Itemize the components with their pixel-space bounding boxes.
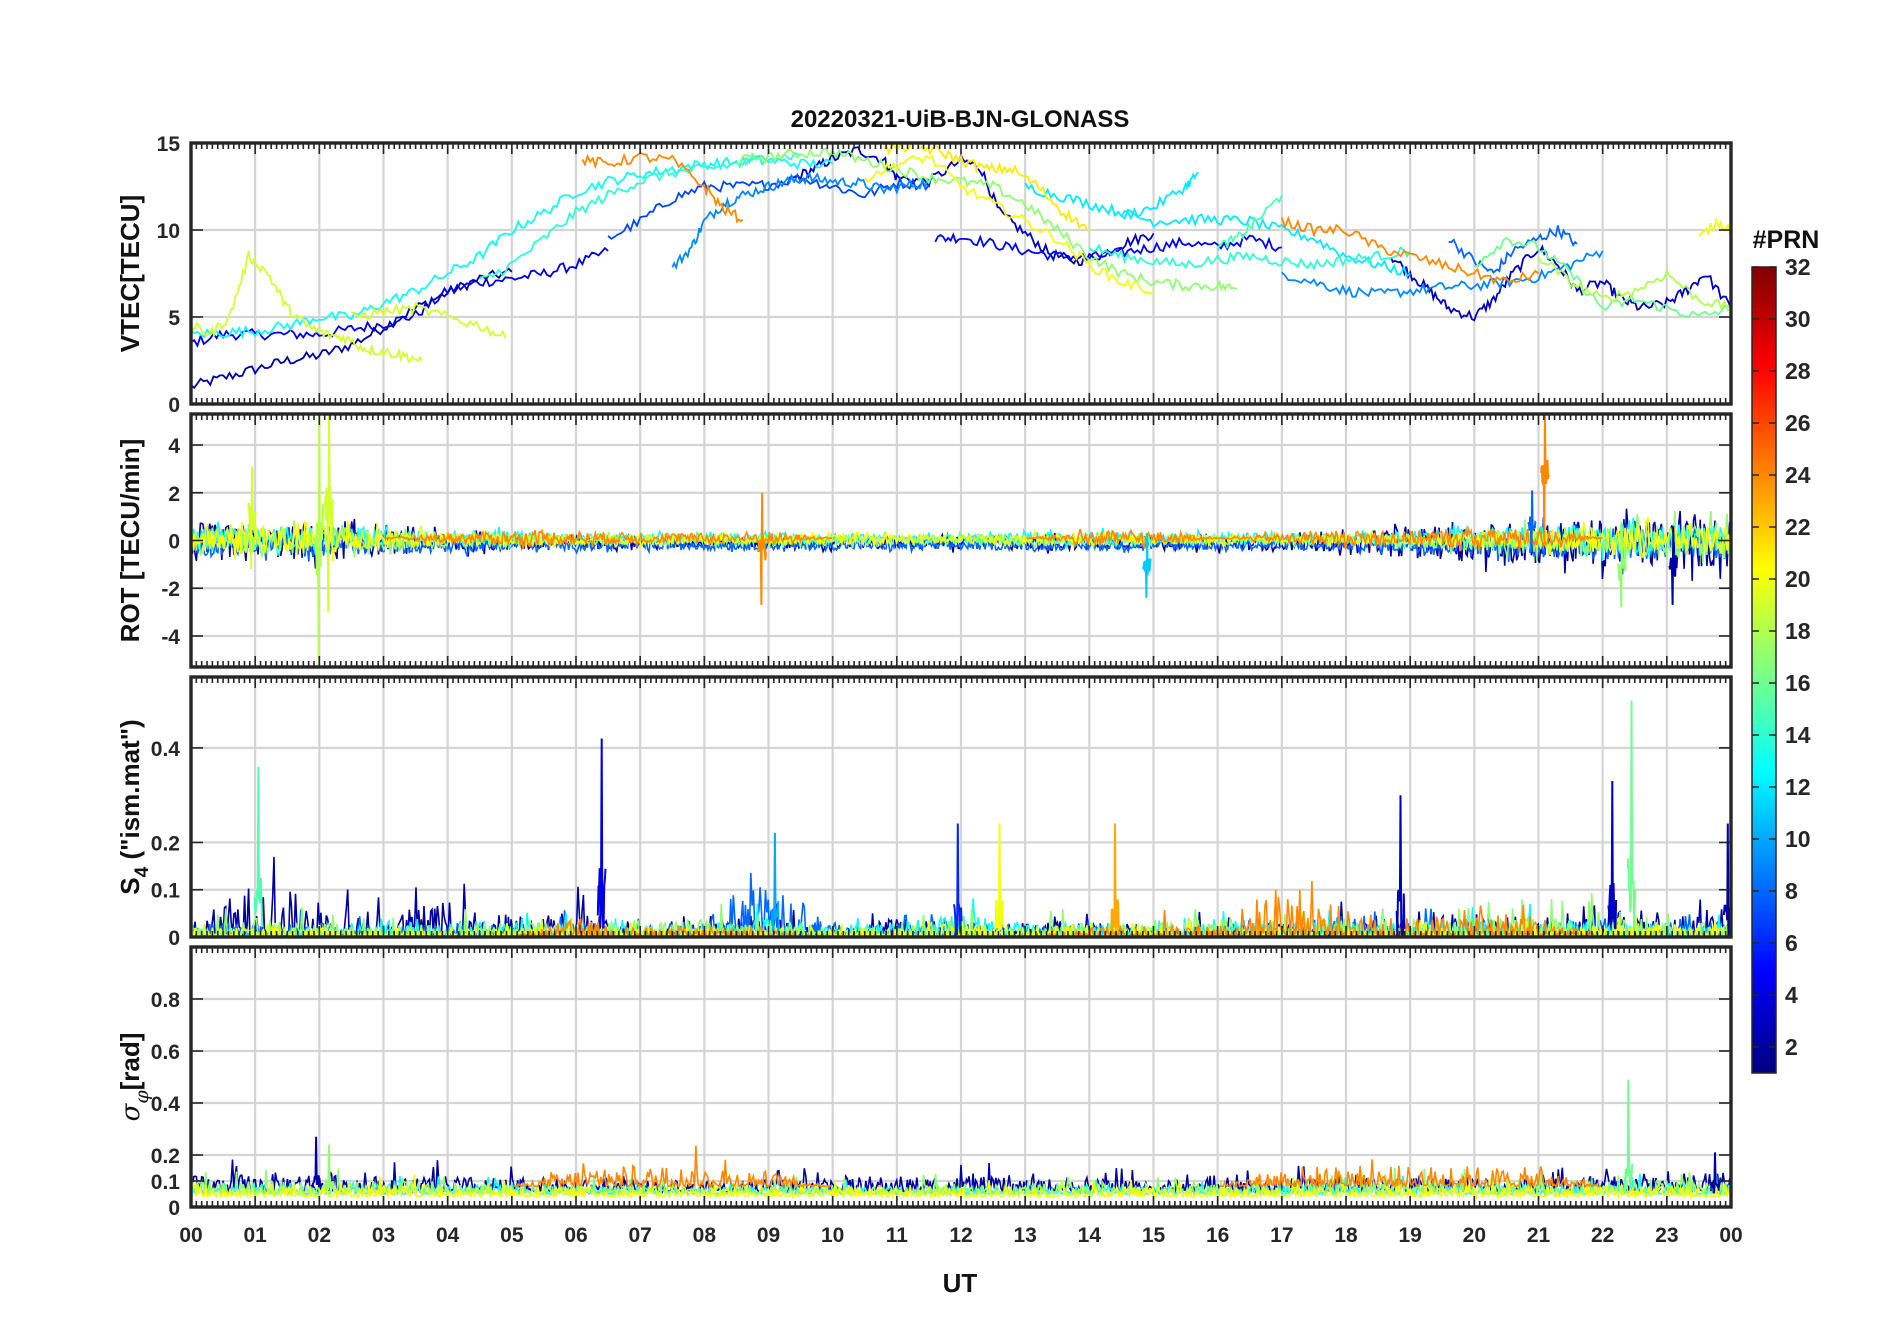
x-tick-label: 02 (308, 1224, 331, 1247)
y-tick-label: 4 (168, 435, 180, 458)
colorbar-tick-label: 12 (1785, 774, 1811, 800)
y-axis-label-sub: φ (131, 1090, 153, 1104)
y-tick-label: -4 (161, 626, 180, 649)
colorbar-gradient (1751, 266, 1777, 1074)
colorbar-tick-label: 20 (1785, 566, 1811, 592)
x-tick-label: 00 (1719, 1224, 1742, 1247)
colorbar-tick-label: 8 (1785, 878, 1798, 904)
x-axis-title: UT (943, 1268, 978, 1298)
colorbar-title: #PRN (1753, 226, 1820, 254)
x-tick-label: 10 (821, 1224, 844, 1247)
colorbar-tick-label: 26 (1785, 410, 1811, 436)
x-tick-label: 01 (243, 1224, 267, 1247)
y-tick-label: 0.1 (151, 1171, 181, 1194)
x-tick-label: 13 (1013, 1224, 1036, 1247)
panels: 051015VTEC[TECU]-4-2024ROT [TECU/min]00.… (115, 133, 1743, 1247)
y-axis-label: ROT [TECU/min] (115, 439, 145, 643)
y-axis-label-rest: [rad] (115, 1033, 145, 1091)
x-tick-label: 04 (436, 1224, 460, 1247)
x-tick-label: 20 (1463, 1224, 1486, 1247)
panel-1: 0 5 10 15 VTEC[TECU] (115, 133, 1733, 417)
colorbar-tick-label: 30 (1785, 306, 1811, 332)
colorbar-tick-label: 18 (1785, 618, 1811, 644)
y-tick-label: 0 (168, 531, 180, 554)
y-axis-label: σφ[rad] (115, 1033, 153, 1122)
y-axis-label: S4 ("ism.mat") (115, 719, 153, 894)
y-axis-label-main: σ (116, 1102, 146, 1121)
y-tick-label: 0.6 (151, 1041, 180, 1064)
x-tick-label: 03 (372, 1224, 395, 1247)
x-tick-label: 18 (1334, 1224, 1358, 1247)
panel-2: -4 -2 0 2 4 ROT [TECU/min] (115, 412, 1733, 669)
y-tick-label: 0 (168, 394, 180, 417)
colorbar-tick-label: 6 (1785, 930, 1798, 956)
colorbar-tick-label: 22 (1785, 514, 1811, 540)
y-axis-label: VTEC[TECU] (115, 195, 145, 352)
colorbar-tick-label: 32 (1785, 254, 1811, 280)
y-tick-label: 0.8 (151, 989, 181, 1012)
x-tick-label: 21 (1527, 1224, 1551, 1247)
x-tick-label: 07 (628, 1224, 651, 1247)
colorbar-tick-label: 16 (1785, 670, 1811, 696)
x-tick-label: 00 (179, 1224, 202, 1247)
x-tick-label: 17 (1270, 1224, 1293, 1247)
colorbar-tick-label: 28 (1785, 358, 1811, 384)
x-tick-label: 09 (757, 1224, 780, 1247)
x-tick-label: 15 (1142, 1224, 1166, 1247)
y-tick-label: 0.1 (151, 880, 181, 903)
x-tick-label: 23 (1655, 1224, 1678, 1247)
y-axis-label-rest: ("ism.mat") (115, 719, 145, 866)
x-tick-label: 22 (1591, 1224, 1614, 1247)
colorbar-tick-label: 2 (1785, 1034, 1798, 1060)
y-tick-label: 2 (168, 483, 180, 506)
y-tick-label: 0.2 (151, 1145, 180, 1168)
x-tick-label: 12 (949, 1224, 972, 1247)
chart-title: 20220321-UiB-BJN-GLONASS (791, 106, 1130, 133)
x-tick-label: 16 (1206, 1224, 1229, 1247)
x-tick-label: 14 (1078, 1224, 1102, 1247)
y-axis-label-sub: 4 (132, 866, 153, 877)
colorbar-tick-label: 4 (1785, 982, 1798, 1008)
colorbar-tick-label: 24 (1785, 462, 1811, 488)
y-tick-label: 5 (168, 307, 180, 330)
y-tick-label: 0 (168, 1197, 180, 1220)
y-tick-label: 10 (157, 220, 180, 243)
x-tick-label: 11 (886, 1224, 909, 1247)
panel-4: 0 0.1 0.2 0.4 0.6 0.8 σφ[rad] 00 01 02 03 04 05 06 07 0… (115, 945, 1743, 1247)
y-tick-label: 0 (168, 927, 180, 950)
y-tick-label: -2 (161, 578, 180, 601)
x-tick-label: 08 (693, 1224, 717, 1247)
y-tick-label: 15 (157, 133, 181, 156)
x-tick-label: 05 (500, 1224, 524, 1247)
colorbar-tick-label: 10 (1785, 826, 1811, 852)
y-axis-label-main: S (115, 877, 145, 894)
colorbar-tick-label: 14 (1785, 722, 1811, 748)
panel-3: 00.10.20.4S4 ("ism.mat") (115, 675, 1733, 950)
x-tick-label: 19 (1398, 1224, 1421, 1247)
x-tick-label: 06 (564, 1224, 587, 1247)
colorbar: #PRN 2468101214161820222426283032 (1751, 226, 1820, 1074)
figure: 20220321-UiB-BJN-GLONASS 051015VTEC[TECU… (115, 106, 1820, 1298)
y-tick-label: 0.2 (151, 832, 180, 855)
y-tick-label: 0.4 (151, 738, 181, 761)
y-tick-label: 0.4 (151, 1093, 181, 1116)
